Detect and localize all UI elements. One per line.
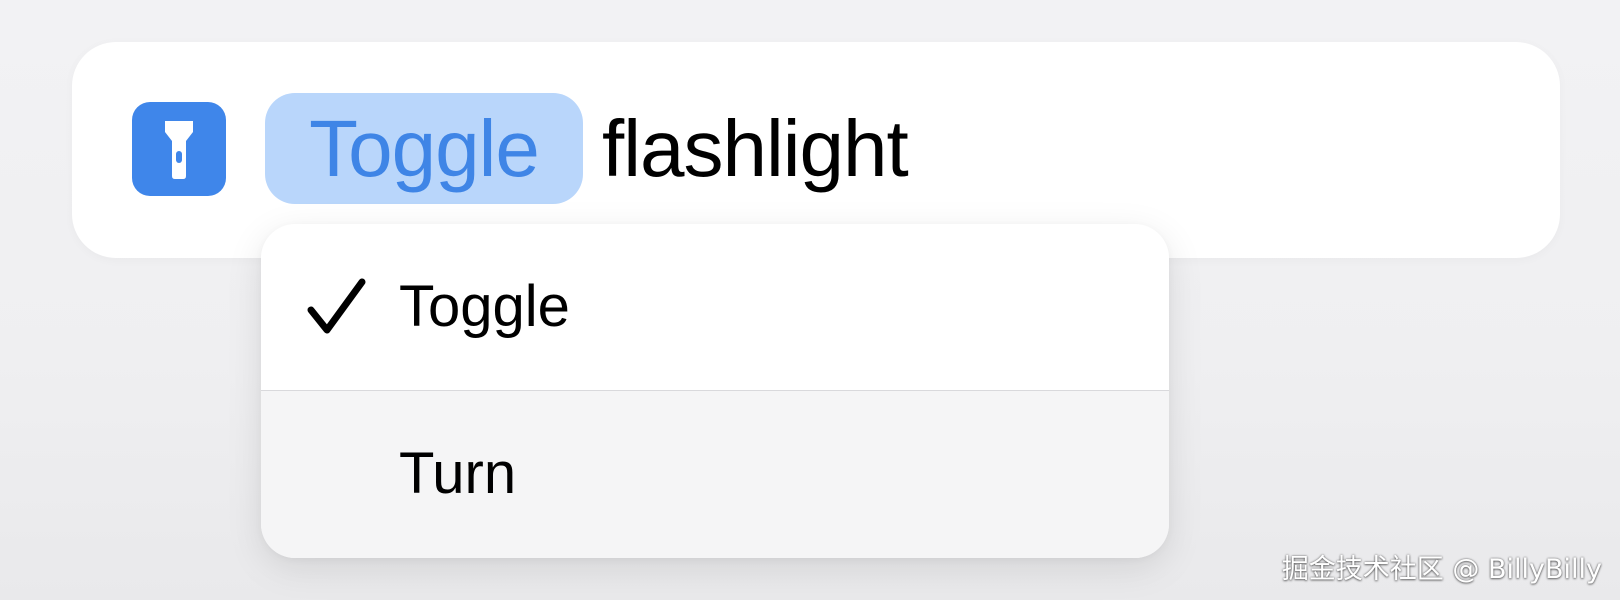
checkmark-icon (307, 278, 366, 334)
menu-item-toggle[interactable]: Toggle (261, 224, 1169, 390)
flashlight-app-icon (132, 102, 226, 196)
watermark: 掘金技术社区 @ BillyBilly (1281, 554, 1602, 585)
menu-item-label: Turn (399, 441, 517, 506)
menu-item-label: Toggle (399, 274, 570, 339)
action-parameter-toggle[interactable]: Toggle (265, 93, 583, 204)
menu-item-turn[interactable]: Turn (261, 391, 1169, 558)
parameter-dropdown-menu: Toggle Turn (261, 224, 1169, 558)
action-text: flashlight (602, 104, 909, 193)
flashlight-icon (165, 121, 193, 179)
